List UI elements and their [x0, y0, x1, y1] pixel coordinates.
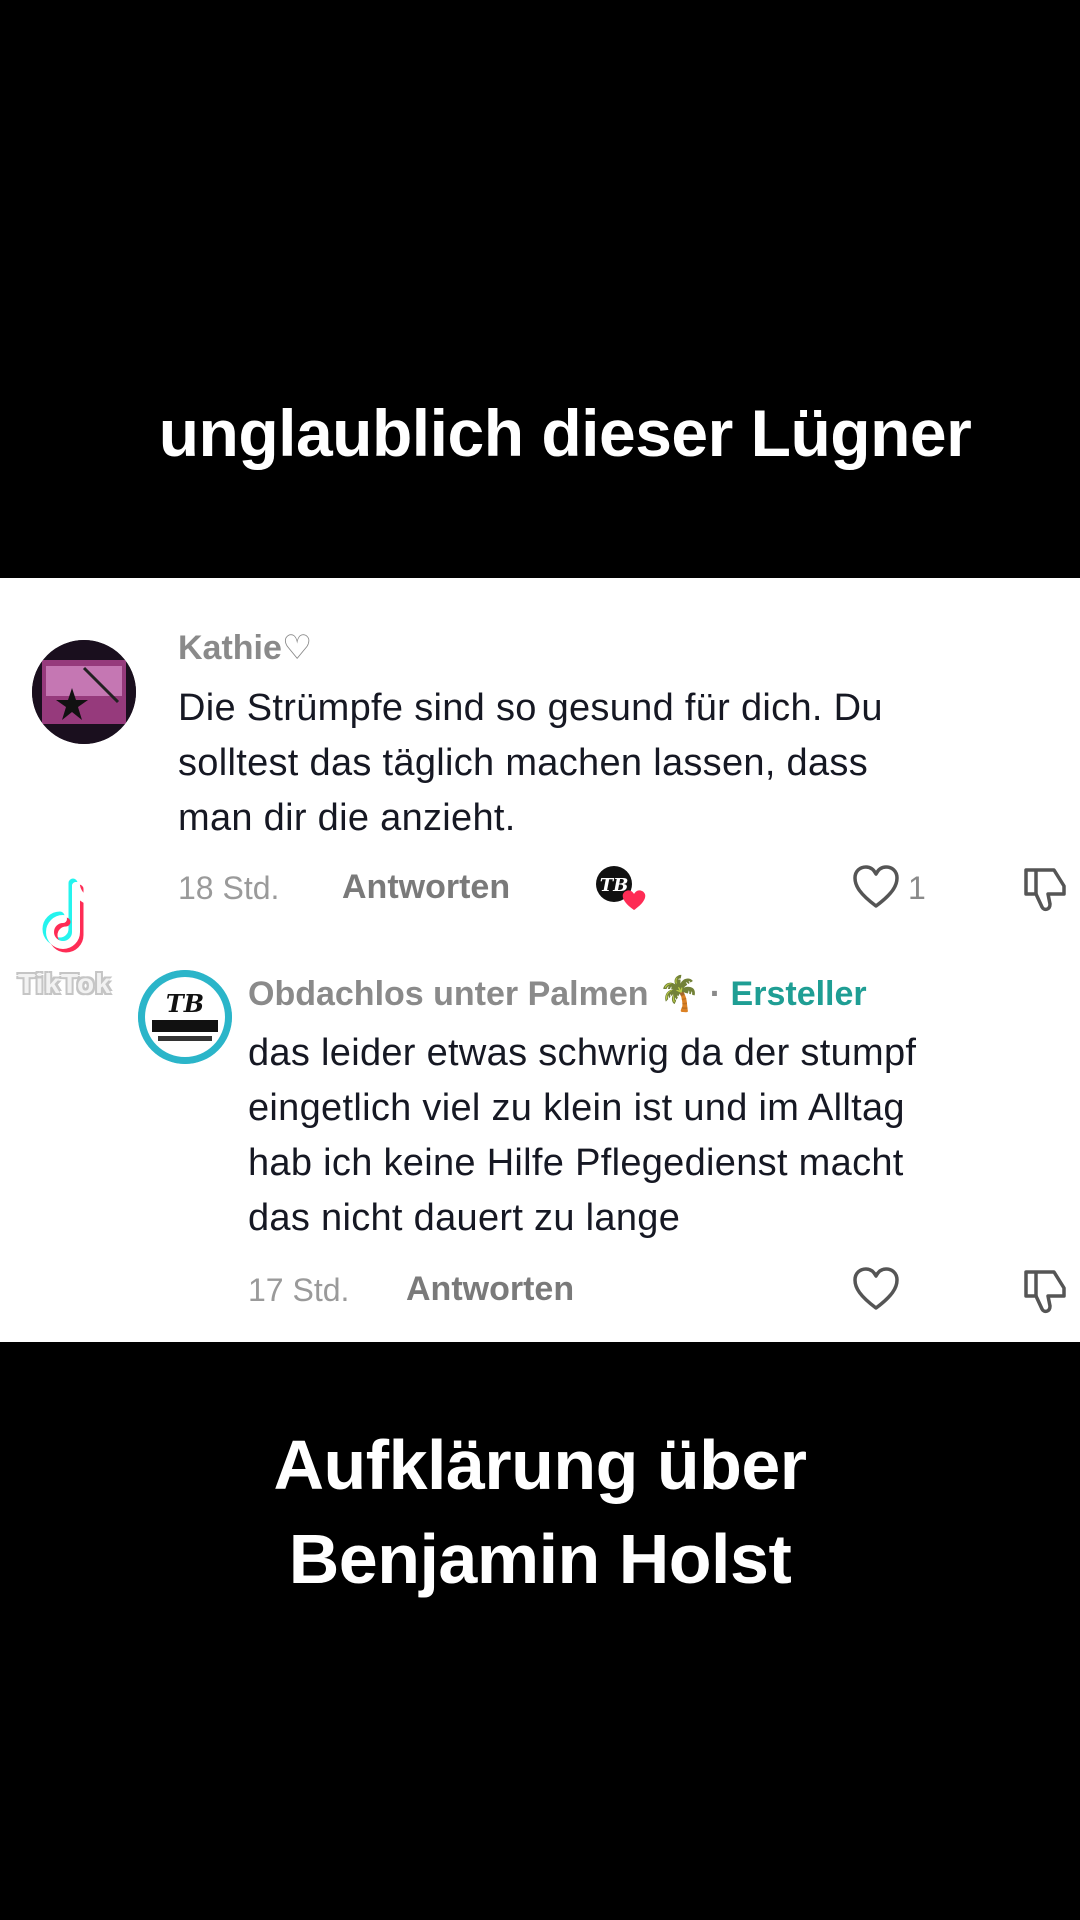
comment-time: 18 Std. [178, 870, 280, 906]
bottom-caption-line: Benjamin Holst [288, 1520, 792, 1598]
heart-outline-icon [853, 865, 899, 908]
like-count: 1 [908, 870, 926, 906]
creator-avatar[interactable]: TB [138, 970, 232, 1064]
reply-button[interactable]: Antworten [342, 868, 510, 907]
comment-line: solltest das täglich machen lassen, dass [178, 742, 869, 784]
top-caption: unglaublich dieser Lügner [158, 396, 972, 470]
creator-tag: Ersteller [730, 975, 867, 1013]
like-button[interactable] [852, 1266, 900, 1312]
avatar[interactable] [32, 640, 136, 744]
creator-username-row: Obdachlos unter Palmen 🌴 · Ersteller [248, 974, 867, 1014]
tiktok-watermark-text: TikTok [18, 968, 112, 999]
comment-line: hab ich keine Hilfe Pflegedienst macht [248, 1142, 904, 1184]
comment-username[interactable]: Obdachlos unter Palmen 🌴 [248, 975, 700, 1013]
bottom-caption: Aufklärung über Benjamin Holst [0, 1418, 1080, 1606]
comment-username[interactable]: Kathie♡ [178, 628, 312, 668]
comment-line: das leider etwas schwrig da der stumpf [248, 1032, 917, 1074]
bottom-caption-line: Aufklärung über [273, 1426, 807, 1504]
comment-text: Die Strümpfe sind so gesund für dich. Du… [178, 681, 883, 846]
comment-line: das nicht dauert zu lange [248, 1197, 681, 1239]
comments-panel: Kathie♡ Die Strümpfe sind so gesund für … [0, 578, 1080, 1342]
comment-text: das leider etwas schwrig da der stumpf e… [248, 1026, 916, 1246]
comment-line: eingetlich viel zu klein ist und im Allt… [248, 1087, 905, 1129]
like-button[interactable] [852, 864, 900, 910]
thumbs-down-icon [1024, 1270, 1066, 1314]
thumbs-down-icon [1024, 868, 1066, 912]
dislike-button[interactable] [1020, 864, 1070, 914]
comment-time: 17 Std. [248, 1272, 350, 1308]
heart-outline-icon [853, 1267, 899, 1310]
comment-line: man dir die anzieht. [178, 797, 516, 839]
comment-line: Die Strümpfe sind so gesund für dich. Du [178, 687, 883, 729]
reply-button[interactable]: Antworten [406, 1270, 574, 1309]
separator: · [709, 975, 722, 1013]
dislike-button[interactable] [1020, 1266, 1070, 1316]
avatar-text: TB [166, 989, 204, 1018]
creator-liked-badge: TB [594, 864, 648, 914]
